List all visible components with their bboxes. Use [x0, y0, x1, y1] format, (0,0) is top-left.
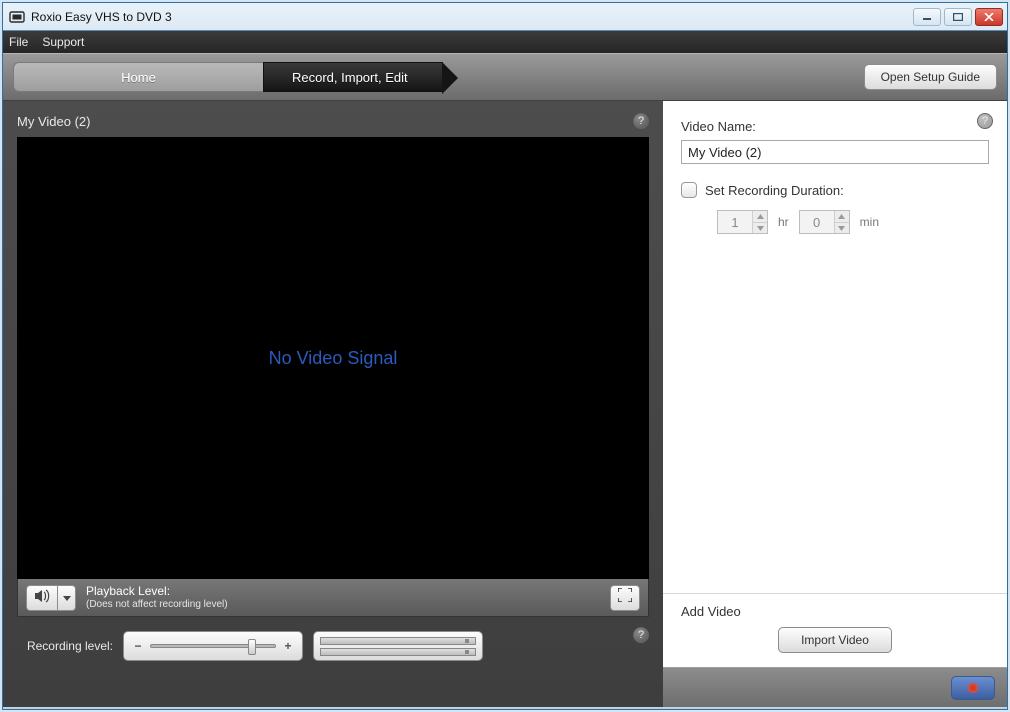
tab-record-import-edit[interactable]: Record, Import, Edit — [263, 62, 443, 92]
right-inner: Video Name: Set Recording Duration: hr — [663, 101, 1007, 593]
minus-icon[interactable]: − — [132, 640, 144, 652]
tab-record-label: Record, Import, Edit — [292, 70, 408, 85]
recording-level-row: Recording level: − + ? — [17, 631, 649, 661]
video-name-input[interactable] — [681, 140, 989, 164]
speaker-dropdown-button[interactable] — [58, 585, 76, 611]
help-icon[interactable]: ? — [633, 113, 649, 129]
no-video-signal-text: No Video Signal — [269, 348, 398, 369]
record-button[interactable] — [951, 676, 995, 700]
import-video-button[interactable]: Import Video — [778, 627, 892, 653]
open-setup-guide-button[interactable]: Open Setup Guide — [864, 64, 997, 90]
minimize-button[interactable] — [913, 8, 941, 26]
record-icon — [968, 683, 978, 693]
playback-level-title: Playback Level: — [86, 585, 228, 598]
left-pane: My Video (2) ? No Video Signal — [3, 101, 663, 707]
app-window: Roxio Easy VHS to DVD 3 File Support Hom… — [2, 2, 1008, 710]
recording-level-label: Recording level: — [13, 639, 113, 653]
video-preview: No Video Signal — [17, 137, 649, 579]
hours-value[interactable] — [718, 215, 752, 230]
set-recording-duration-checkbox[interactable] — [681, 182, 697, 198]
tab-home[interactable]: Home — [13, 62, 263, 92]
maximize-button[interactable] — [944, 8, 972, 26]
duration-row: hr min — [717, 210, 989, 234]
video-name-label: Video Name: — [681, 119, 989, 134]
video-title: My Video (2) — [17, 114, 90, 129]
set-recording-duration-label: Set Recording Duration: — [705, 183, 844, 198]
hours-up[interactable] — [753, 211, 767, 222]
toolbar: Home Record, Import, Edit Open Setup Gui… — [3, 53, 1007, 101]
hours-unit: hr — [778, 215, 789, 229]
hours-stepper[interactable] — [717, 210, 768, 234]
minutes-unit: min — [860, 215, 879, 229]
level-meters — [313, 631, 483, 661]
menu-file[interactable]: File — [9, 35, 28, 49]
playback-bar: Playback Level: (Does not affect recordi… — [17, 579, 649, 617]
speaker-button[interactable] — [26, 585, 58, 611]
menubar: File Support — [3, 31, 1007, 53]
minutes-down[interactable] — [835, 222, 849, 233]
import-video-label: Import Video — [801, 633, 869, 647]
window-title: Roxio Easy VHS to DVD 3 — [31, 10, 913, 24]
open-setup-guide-label: Open Setup Guide — [881, 70, 980, 84]
plus-icon[interactable]: + — [282, 640, 294, 652]
recording-level-slider[interactable]: − + — [123, 631, 303, 661]
fullscreen-button[interactable] — [610, 585, 640, 611]
level-meter-left — [320, 637, 476, 645]
playback-level-label: Playback Level: (Does not affect recordi… — [86, 585, 228, 609]
minutes-up[interactable] — [835, 211, 849, 222]
hours-down[interactable] — [753, 222, 767, 233]
tabs: Home Record, Import, Edit — [13, 54, 443, 100]
right-pane: ? Video Name: Set Recording Duration: — [663, 101, 1007, 707]
minutes-value[interactable] — [800, 215, 834, 230]
speaker-icon — [34, 589, 50, 606]
footer — [663, 667, 1007, 707]
chevron-down-icon — [63, 591, 71, 605]
slider-track[interactable] — [150, 644, 276, 648]
titlebar: Roxio Easy VHS to DVD 3 — [3, 3, 1007, 31]
add-video-section: Add Video Import Video — [663, 593, 1007, 667]
tab-home-label: Home — [121, 70, 156, 85]
add-video-label: Add Video — [681, 604, 989, 619]
slider-thumb[interactable] — [248, 639, 256, 655]
playback-level-sub: (Does not affect recording level) — [86, 599, 228, 610]
menu-support[interactable]: Support — [42, 35, 84, 49]
level-meter-right — [320, 648, 476, 656]
close-button[interactable] — [975, 8, 1003, 26]
video-header: My Video (2) ? — [17, 111, 649, 131]
help-icon[interactable]: ? — [633, 627, 649, 643]
bottom-edge — [3, 707, 1007, 709]
minutes-stepper[interactable] — [799, 210, 850, 234]
app-icon — [9, 9, 25, 25]
set-recording-duration-row: Set Recording Duration: — [681, 182, 989, 198]
fullscreen-icon — [618, 588, 632, 607]
main: My Video (2) ? No Video Signal — [3, 101, 1007, 707]
